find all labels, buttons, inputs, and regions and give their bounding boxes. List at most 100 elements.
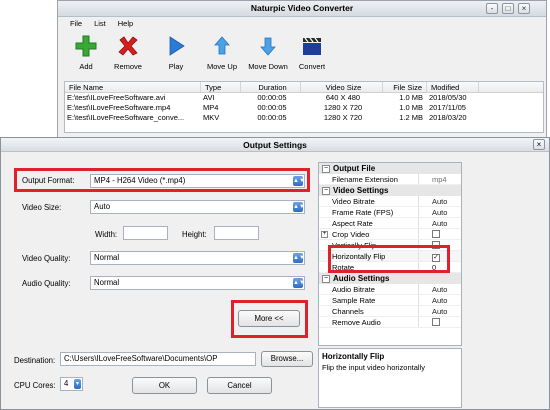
video-size-cell: 1280 X 720: [323, 103, 363, 112]
description-title: Horizontally Flip: [322, 352, 385, 361]
destination-label: Destination:: [14, 356, 56, 365]
cancel-button[interactable]: Cancel: [207, 377, 272, 394]
height-label: Height:: [182, 230, 207, 239]
category-title: Video Settings: [333, 186, 389, 195]
move-down-label: Move Down: [248, 62, 288, 71]
category-video-settings[interactable]: − Video Settings: [319, 185, 461, 196]
category-title: Output File: [333, 164, 376, 173]
add-button[interactable]: Add: [62, 31, 110, 71]
column-header[interactable]: Modified: [427, 82, 479, 92]
category-title: Audio Settings: [333, 274, 390, 283]
category-output-file[interactable]: − Output File: [319, 163, 461, 174]
output-format-label: Output Format:: [22, 176, 75, 185]
add-icon: [75, 35, 97, 57]
video-size-select[interactable]: Auto ▲▼: [90, 200, 305, 214]
property-key: Video Bitrate: [319, 196, 419, 206]
cpu-cores-select[interactable]: 4 ▾: [60, 377, 83, 391]
cpu-cores-label: CPU Cores:: [14, 381, 56, 390]
column-header[interactable]: File Name: [65, 82, 201, 92]
remove-button[interactable]: Remove: [104, 31, 152, 71]
more-button[interactable]: More <<: [238, 310, 300, 327]
convert-button[interactable]: Convert: [288, 31, 336, 71]
video-size-cell: 1280 X 720: [323, 113, 363, 122]
property-key: Sample Rate: [319, 295, 419, 305]
dialog-close-button[interactable]: ×: [533, 139, 545, 150]
file-size-cell: 1.0 MB: [399, 93, 423, 102]
ok-button[interactable]: OK: [132, 377, 197, 394]
menu-list[interactable]: List: [90, 17, 110, 31]
type-cell: MP4: [203, 103, 219, 112]
property-key: Frame Rate (FPS): [319, 207, 419, 217]
remove-audio-checkbox[interactable]: [432, 318, 440, 326]
audio-quality-value: Normal: [94, 278, 120, 287]
file-size-cell: 1.2 MB: [399, 113, 423, 122]
property-row[interactable]: Video Bitrate Auto: [319, 196, 461, 207]
move-up-label: Move Up: [206, 62, 237, 71]
column-header[interactable]: Type: [201, 82, 241, 92]
description-text: Flip the input video horizontally: [322, 363, 425, 372]
column-header[interactable]: File Size: [383, 82, 427, 92]
type-cell: MKV: [203, 113, 220, 122]
expand-icon[interactable]: +: [321, 231, 328, 238]
property-row[interactable]: Frame Rate (FPS) Auto: [319, 207, 461, 218]
flip-options-highlight: [328, 245, 450, 273]
video-quality-label: Video Quality:: [22, 254, 71, 263]
property-row[interactable]: Filename Extension mp4: [319, 174, 461, 185]
dialog-title: Output Settings: [243, 140, 307, 150]
close-button[interactable]: ×: [518, 3, 530, 14]
play-icon: [169, 36, 185, 56]
crop-video-checkbox[interactable]: [432, 230, 440, 238]
property-row[interactable]: Remove Audio: [319, 317, 461, 328]
menu-file[interactable]: File: [66, 17, 86, 31]
output-format-select[interactable]: MP4 - H264 Video (*.mp4) ▲▼: [90, 174, 305, 188]
property-row[interactable]: Audio Bitrate Auto: [319, 284, 461, 295]
property-value: [419, 229, 440, 239]
browse-button[interactable]: Browse...: [261, 351, 313, 367]
play-button[interactable]: Play: [152, 31, 200, 71]
maximize-button[interactable]: □: [502, 3, 514, 14]
file-name-cell: E:\test\ILoveFreeSoftware_conve...: [67, 113, 185, 122]
property-row[interactable]: Aspect Rate Auto: [319, 218, 461, 229]
arrow-down-icon: [260, 37, 276, 56]
category-audio-settings[interactable]: − Audio Settings: [319, 273, 461, 284]
collapse-icon[interactable]: −: [322, 274, 330, 283]
main-window: Naturpic Video Converter - □ × File List…: [57, 0, 547, 138]
property-key: Aspect Rate: [319, 218, 419, 228]
width-input[interactable]: [123, 226, 168, 240]
destination-input[interactable]: C:\Users\ILoveFreeSoftware\Documents\OP: [60, 352, 256, 366]
video-quality-select[interactable]: Normal ▲▼: [90, 251, 305, 265]
video-size-value: Auto: [94, 202, 111, 211]
cpu-cores-value: 4: [64, 379, 69, 388]
chevron-down-icon: ▲▼: [293, 253, 305, 263]
chevron-down-icon: ▲▼: [293, 176, 305, 186]
collapse-icon[interactable]: −: [322, 186, 330, 195]
duration-cell: 00:00:05: [257, 93, 287, 102]
collapse-icon[interactable]: −: [322, 164, 330, 173]
file-list[interactable]: File Name Type Duration Video Size File …: [64, 81, 544, 133]
clapperboard-icon: [303, 37, 321, 55]
property-value: [419, 317, 440, 327]
table-row[interactable]: E:\test\ILoveFreeSoftware_conve... MKV 0…: [65, 113, 543, 123]
property-value: mp4: [432, 175, 447, 184]
move-up-button[interactable]: Move Up: [198, 31, 246, 71]
property-row[interactable]: + Crop Video: [319, 229, 461, 240]
menu-help[interactable]: Help: [114, 17, 137, 31]
height-input[interactable]: [214, 226, 259, 240]
minimize-button[interactable]: -: [486, 3, 498, 14]
table-row[interactable]: E:\test\ILoveFreeSoftware.avi AVI 00:00:…: [65, 93, 543, 103]
property-key: Channels: [319, 306, 419, 316]
property-key: + Crop Video: [319, 229, 419, 239]
chevron-down-icon: ▲▼: [293, 278, 305, 288]
column-header[interactable]: Video Size: [301, 82, 383, 92]
property-value: Auto: [432, 219, 448, 228]
audio-quality-select[interactable]: Normal ▲▼: [90, 276, 305, 290]
property-key-text: Crop Video: [332, 230, 370, 239]
property-row[interactable]: Sample Rate Auto: [319, 295, 461, 306]
menubar: File List Help: [58, 17, 546, 31]
property-row[interactable]: Channels Auto: [319, 306, 461, 317]
property-value: Auto: [432, 296, 448, 305]
move-down-button[interactable]: Move Down: [242, 31, 294, 71]
table-row[interactable]: E:\test\ILoveFreeSoftware.mp4 MP4 00:00:…: [65, 103, 543, 113]
column-header[interactable]: Duration: [241, 82, 301, 92]
modified-cell: 2018/03/20: [429, 113, 467, 122]
